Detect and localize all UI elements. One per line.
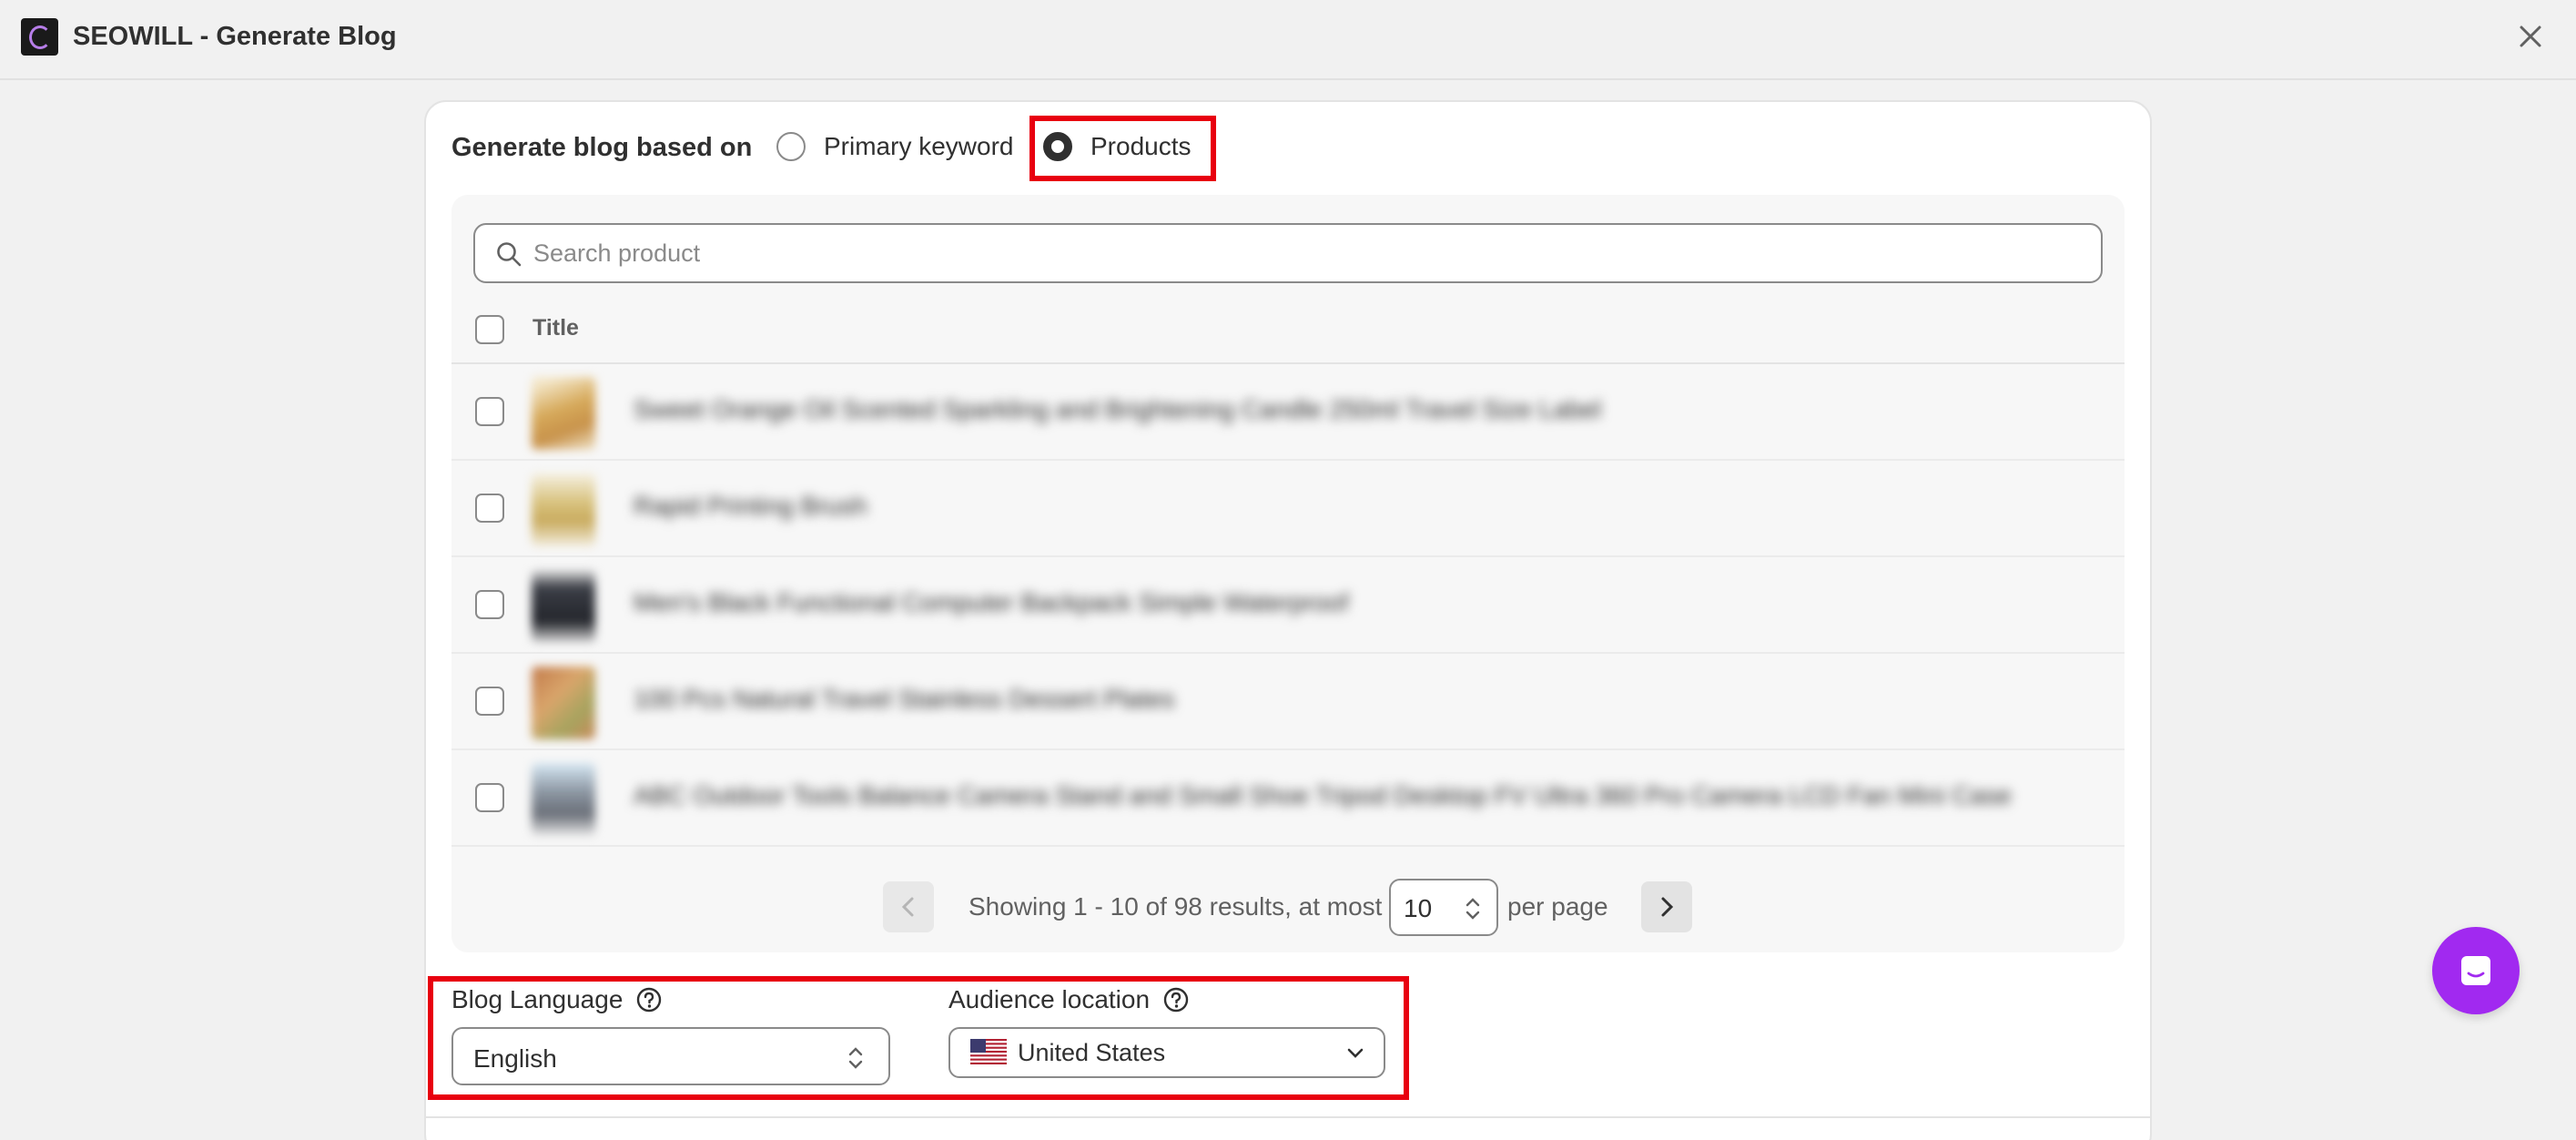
row-checkbox[interactable]: [475, 590, 504, 619]
top-bar: SEOWILL - Generate Blog: [0, 0, 2576, 80]
chevron-right-icon: [1661, 897, 1674, 917]
chat-icon: [2461, 956, 2490, 985]
table-row[interactable]: Sweet Orange Oil Scented Sparkling and B…: [451, 364, 2125, 461]
radio-primary-keyword-circle[interactable]: [776, 132, 806, 161]
chevron-left-icon: [901, 897, 914, 917]
product-search[interactable]: [473, 223, 2103, 283]
row-checkbox[interactable]: [475, 687, 504, 716]
per-page-select[interactable]: 10: [1389, 879, 1498, 936]
select-all-checkbox[interactable]: [475, 315, 504, 344]
products-highlight-box: [1029, 116, 1216, 181]
table-row[interactable]: 100 Pcs Natural Travel Stainless Dessert…: [451, 654, 2125, 750]
product-thumbnail: [532, 473, 595, 546]
table-row[interactable]: ABC Outdoor Tools Balance Camera Stand a…: [451, 750, 2125, 847]
audience-location-value: United States: [1018, 1039, 1166, 1066]
help-icon[interactable]: [1162, 986, 1190, 1013]
us-flag-icon: [970, 1039, 1007, 1064]
chevron-down-icon: [1347, 1048, 1364, 1058]
table-row[interactable]: Rapid Printing Brush: [451, 461, 2125, 557]
product-thumbnail: [532, 763, 595, 836]
column-header-title: Title: [532, 315, 579, 341]
per-page-label: per page: [1507, 892, 1608, 921]
audience-location-label: Audience location: [948, 985, 1151, 1013]
product-title: Rapid Printing Brush: [634, 492, 867, 520]
based-on-label: Generate blog based on: [451, 132, 753, 162]
select-arrows-icon: [848, 1047, 863, 1069]
next-page-button[interactable]: [1641, 881, 1692, 932]
product-thumbnail: [532, 377, 595, 450]
product-title: ABC Outdoor Tools Balance Camera Stand a…: [634, 781, 2012, 809]
radio-primary-keyword-label: Primary keyword: [824, 132, 1014, 160]
app-title: SEOWILL - Generate Blog: [73, 22, 397, 51]
audience-location-select[interactable]: United States: [948, 1027, 1385, 1078]
blog-language-select[interactable]: English: [451, 1027, 890, 1085]
search-input[interactable]: [533, 232, 2081, 274]
previous-page-button[interactable]: [883, 881, 934, 932]
close-icon[interactable]: [2514, 20, 2547, 53]
radio-primary-keyword[interactable]: Primary keyword: [776, 132, 1013, 161]
help-icon[interactable]: [635, 986, 663, 1013]
blog-language-label: Blog Language: [451, 985, 624, 1013]
row-checkbox[interactable]: [475, 783, 504, 812]
product-title: 100 Pcs Natural Travel Stainless Dessert…: [634, 685, 1175, 713]
row-checkbox[interactable]: [475, 397, 504, 426]
select-arrows-icon: [1465, 898, 1480, 920]
table-row[interactable]: Men's Black Functional Computer Backpack…: [451, 557, 2125, 654]
panel-footer-divider: [426, 1116, 2150, 1118]
app-logo-icon: [21, 18, 58, 56]
audience-location-label-row: Audience location: [948, 985, 1190, 1014]
product-thumbnail: [532, 570, 595, 643]
per-page-value: 10: [1404, 894, 1433, 922]
product-thumbnail: [532, 667, 595, 739]
product-title: Sweet Orange Oil Scented Sparkling and B…: [634, 395, 1602, 423]
blog-language-value: English: [473, 1044, 557, 1073]
pagination-summary: Showing 1 - 10 of 98 results, at most: [969, 892, 1383, 921]
chat-launcher-button[interactable]: [2432, 927, 2520, 1014]
product-title: Men's Black Functional Computer Backpack…: [634, 588, 1349, 616]
row-checkbox[interactable]: [475, 494, 504, 523]
search-icon: [497, 242, 522, 267]
blog-language-label-row: Blog Language: [451, 985, 663, 1014]
based-on-row: Generate blog based on: [451, 127, 752, 168]
